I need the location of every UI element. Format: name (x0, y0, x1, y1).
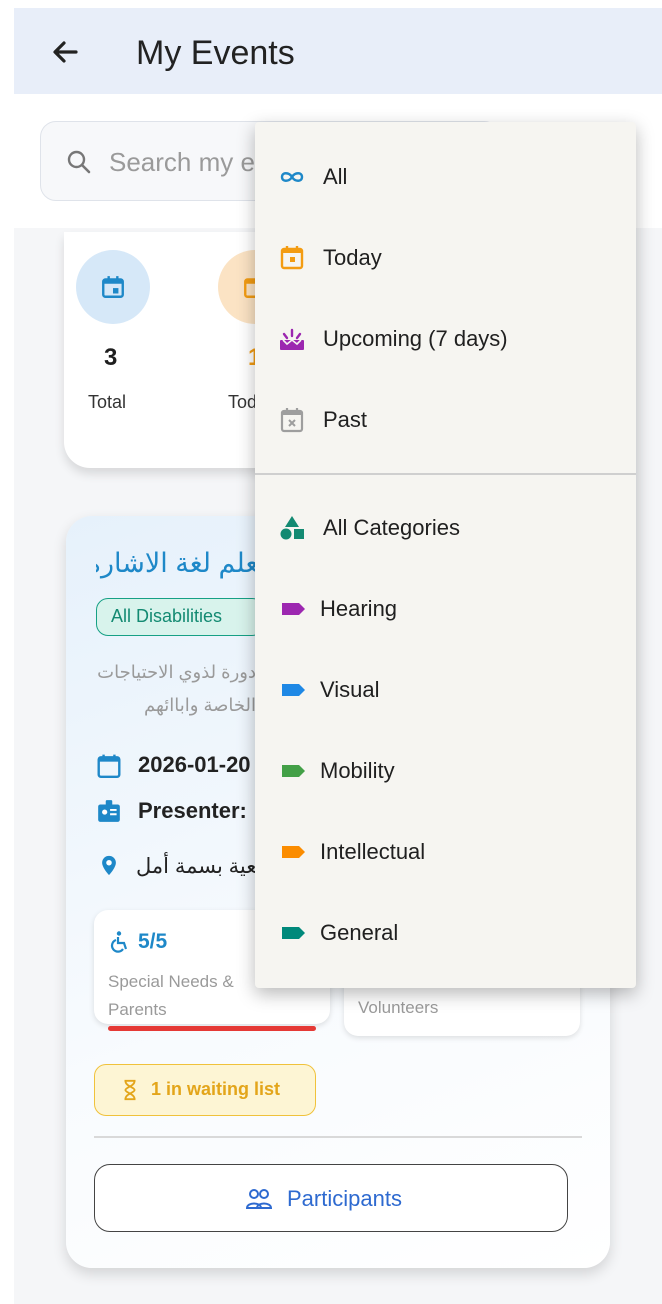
label-icon (282, 684, 305, 696)
special-needs-label: Special Needs & Parents (108, 972, 234, 1019)
label-icon (282, 927, 305, 939)
menu-item-label: Visual (320, 677, 380, 702)
menu-item-label: Mobility (320, 758, 395, 783)
card-divider (94, 1136, 582, 1138)
menu-divider (255, 473, 636, 475)
menu-item-all-categories[interactable]: All Categories (255, 487, 636, 568)
total-label: Total (88, 392, 127, 412)
menu-item-label: Past (323, 407, 368, 432)
menu-item-label: General (320, 920, 399, 945)
menu-item-upcoming[interactable]: Upcoming (7 days) (255, 298, 636, 379)
page-title: My Events (136, 34, 295, 72)
menu-item-past[interactable]: Past (255, 379, 636, 460)
label-icon (282, 765, 305, 777)
volunteers-label: Volunteers (358, 998, 439, 1017)
menu-item-mobility[interactable]: Mobility (255, 730, 636, 811)
capacity-progress-bar (108, 1026, 316, 1031)
participants-label: Participants (287, 1186, 402, 1211)
upcoming-icon (280, 328, 304, 350)
search-icon (67, 150, 91, 174)
menu-item-label: Intellectual (320, 839, 426, 864)
menu-item-label: Upcoming (7 days) (323, 326, 508, 351)
menu-item-label: All (323, 164, 348, 189)
group-icon (245, 1189, 273, 1209)
calendar-today-icon (280, 246, 304, 270)
menu-item-label: Today (323, 245, 382, 270)
filter-menu: All Today Upcoming (7 days) Past All Cat… (255, 122, 636, 988)
special-needs-count: 5/5 (138, 930, 168, 953)
total-count: 3 (104, 344, 118, 371)
menu-item-label: All Categories (323, 515, 460, 540)
event-presenter: Presenter: (138, 798, 247, 823)
event-description: دورة لذوي الاحتياجات الخاصة واباائهم (97, 662, 256, 715)
participants-button[interactable]: Participants (94, 1164, 568, 1232)
hourglass-icon (124, 1079, 136, 1101)
event-date: 2026-01-20 (138, 752, 251, 777)
calendar-icon (102, 276, 124, 298)
app-bar: My Events (14, 8, 662, 94)
menu-item-general[interactable]: General (255, 892, 636, 973)
shapes-icon (280, 516, 304, 540)
calendar-past-icon (280, 408, 304, 433)
menu-item-intellectual[interactable]: Intellectual (255, 811, 636, 892)
infinity-icon (280, 172, 304, 182)
label-icon (282, 846, 305, 858)
location-pin-icon (102, 855, 116, 876)
menu-item-visual[interactable]: Visual (255, 649, 636, 730)
waiting-list-text: 1 in waiting list (151, 1079, 281, 1099)
total-stat-circle (76, 250, 150, 324)
menu-item-all[interactable]: All (255, 136, 636, 217)
menu-item-hearing[interactable]: Hearing (255, 568, 636, 649)
menu-item-label: Hearing (320, 596, 398, 621)
presenter-badge-icon (98, 800, 120, 822)
event-title: تعلم لغة الاشارة (96, 548, 266, 578)
category-badge: All Disabilities (96, 598, 264, 636)
back-arrow-icon[interactable] (46, 32, 86, 72)
label-icon (282, 603, 305, 615)
menu-item-today[interactable]: Today (255, 217, 636, 298)
calendar-icon (97, 754, 121, 779)
accessible-icon (110, 931, 128, 953)
waiting-list-badge: 1 in waiting list (94, 1064, 316, 1116)
